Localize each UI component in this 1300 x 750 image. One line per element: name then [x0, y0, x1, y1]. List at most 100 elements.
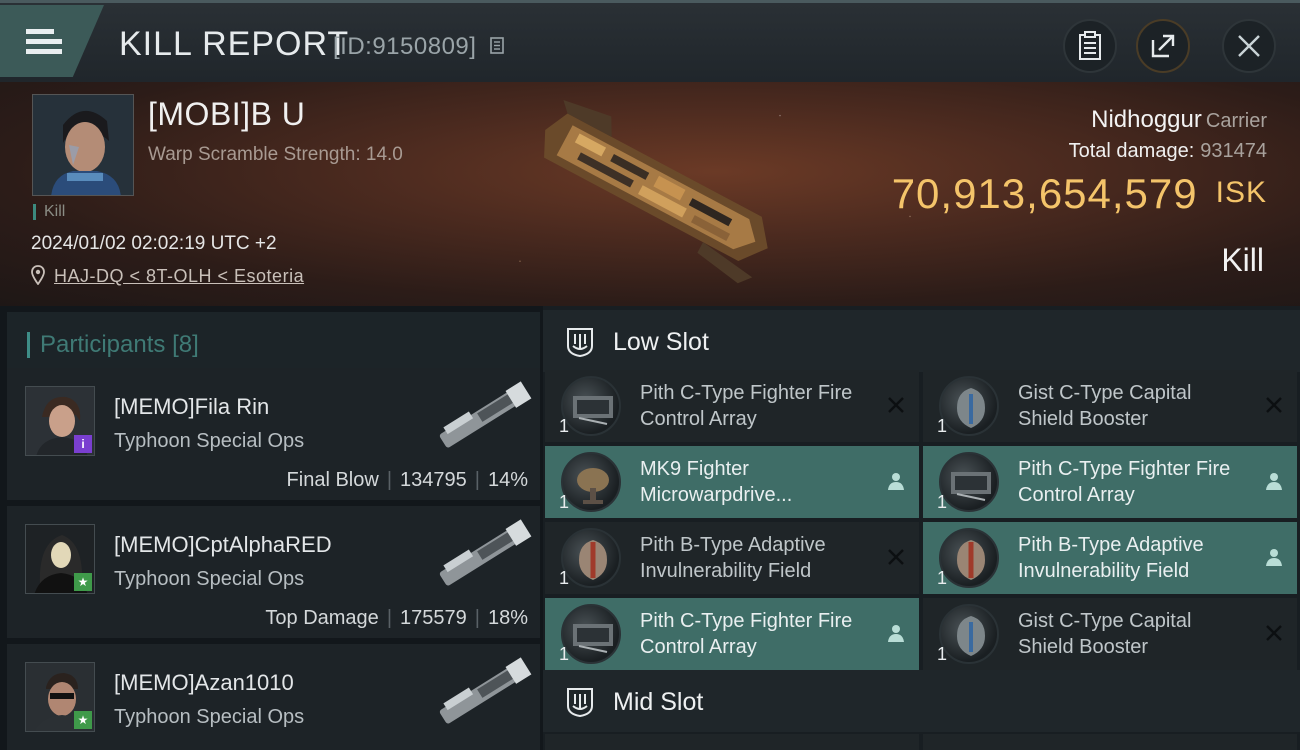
module-quantity: 1: [559, 416, 570, 436]
warp-scramble-strength: Warp Scramble Strength: 14.0: [148, 144, 403, 165]
module-quantity: 1: [559, 568, 570, 588]
participant-role: Final Blow: [286, 469, 379, 491]
victim-ship: Nidhoggur Carrier: [1091, 106, 1267, 134]
participant-avatar[interactable]: ★: [25, 662, 95, 732]
participant-stats: Top Damage | 175579 | 18%: [265, 607, 528, 629]
participant-ship: Typhoon Special Ops: [114, 430, 305, 452]
module-quantity: 1: [937, 568, 948, 588]
module-name: Pith C-Type Fighter Fire Control Array: [640, 382, 853, 430]
module-name: Gist C-Type Capital Shield Booster: [1018, 610, 1192, 658]
module-item[interactable]: 1 Pith C-Type Fighter Fire Control Array: [545, 598, 919, 670]
fitting-panel: Low Slot 1 Pith C-Type Fighter Fire Cont…: [543, 306, 1300, 750]
clipboard-button[interactable]: [1063, 19, 1117, 73]
copy-icon[interactable]: [490, 37, 506, 55]
module-name: MK9 Fighter Microwarpdrive...: [640, 458, 793, 506]
module-item[interactable]: [545, 734, 919, 750]
result-label: Kill: [1221, 242, 1264, 278]
module-item[interactable]: 1 Pith C-Type Fighter Fire Control Array: [545, 370, 919, 442]
mid-slot-label: Mid Slot: [613, 688, 704, 716]
kill-report-id: [ID:9150809]: [333, 33, 477, 60]
invulnerability-field-icon: [561, 528, 621, 588]
module-quantity: 1: [937, 416, 948, 436]
participant-damage: 134795: [400, 469, 467, 491]
participant-avatar[interactable]: ★: [25, 524, 95, 594]
participant-ship: Typhoon Special Ops: [114, 706, 305, 728]
location-pin-icon: [31, 265, 45, 285]
hamburger-menu-icon: [26, 29, 62, 55]
microwarpdrive-icon: [561, 452, 621, 512]
top-bar: KILL REPORT [ID:9150809]: [0, 0, 1300, 82]
participant-badge: ★: [74, 711, 92, 729]
isk-amount: 70,913,654,579: [891, 170, 1198, 217]
participant-ship-image: [439, 657, 532, 724]
close-button[interactable]: [1222, 19, 1276, 73]
fighter-fire-control-icon: [561, 376, 621, 436]
menu-button[interactable]: [0, 5, 104, 77]
victim-portrait[interactable]: [32, 94, 134, 196]
fighter-fire-control-icon: [561, 604, 621, 664]
isk-unit: ISK: [1215, 176, 1267, 209]
participant-badge: ★: [74, 573, 92, 591]
participant-percent: 14%: [487, 469, 528, 491]
pilot-icon: [888, 473, 904, 490]
participant-ship: Typhoon Special Ops: [114, 568, 305, 590]
victim-banner: [MOBI]B U Warp Scramble Strength: 14.0 K…: [0, 82, 1300, 306]
participant-card[interactable]: i [MEMO]Fila Rin Typhoon Special Ops Fin…: [7, 368, 540, 500]
participants-title-label: Participants: [40, 331, 166, 358]
pilot-icon: [888, 625, 904, 642]
participant-ship-image: [439, 519, 532, 586]
shield-booster-icon: [939, 604, 999, 664]
victim-ship-image: [544, 99, 768, 284]
module-item[interactable]: 1 Gist C-Type Capital Shield Booster: [923, 598, 1297, 670]
pilot-icon: [1266, 473, 1282, 490]
module-item[interactable]: 1 Gist C-Type Capital Shield Booster: [923, 370, 1297, 442]
participant-damage: 175579: [400, 607, 467, 629]
clipboard-icon: [1079, 31, 1101, 60]
participant-card[interactable]: ★ [MEMO]Azan1010 Typhoon Special Ops: [7, 644, 540, 750]
participant-badge: i: [74, 435, 92, 453]
participant-name: [MEMO]CptAlphaRED: [114, 532, 332, 557]
participants-count: [8]: [172, 331, 199, 358]
victim-ship-name: Nidhoggur: [1091, 106, 1202, 133]
participant-card[interactable]: ★ [MEMO]CptAlphaRED Typhoon Special Ops …: [7, 506, 540, 638]
module-name: Pith B-Type Adaptive Invulnerability Fie…: [640, 534, 826, 582]
module-name: Pith C-Type Fighter Fire Control Array: [1018, 458, 1231, 506]
pilot-icon: [1266, 549, 1282, 566]
participants-title: Participants [8]: [27, 332, 199, 358]
total-damage: Total damage: 931474: [1069, 140, 1267, 163]
module-name: Gist C-Type Capital Shield Booster: [1018, 382, 1192, 430]
module-item[interactable]: 1 Pith B-Type Adaptive Invulnerability F…: [545, 522, 919, 594]
fighter-fire-control-icon: [939, 452, 999, 512]
module-item[interactable]: [923, 734, 1297, 750]
low-slot-icon: [567, 328, 593, 358]
location-link[interactable]: HAJ-DQ < 8T-OLH < Esoteria: [54, 266, 304, 287]
participant-name: [MEMO]Azan1010: [114, 670, 294, 695]
module-quantity: 1: [937, 492, 948, 512]
kill-datetime: 2024/01/02 02:02:19 UTC +2: [31, 233, 277, 254]
close-icon: [1238, 35, 1260, 57]
module-item[interactable]: 1 Pith C-Type Fighter Fire Control Array: [923, 446, 1297, 518]
kill-tag: Kill: [33, 204, 65, 220]
module-item[interactable]: 1 Pith B-Type Adaptive Invulnerability F…: [923, 522, 1297, 594]
module-quantity: 1: [937, 644, 948, 664]
destroyed-icon: [1266, 625, 1282, 641]
participant-role: Top Damage: [265, 607, 379, 629]
victim-name: [MOBI]B U: [148, 96, 306, 132]
participant-percent: 18%: [487, 607, 528, 629]
participant-ship-image: [439, 381, 532, 448]
share-icon: [1151, 34, 1175, 58]
destroyed-icon: [1266, 397, 1282, 413]
total-damage-value: 931474: [1200, 140, 1267, 162]
mid-slot-header: Mid Slot: [543, 670, 1300, 732]
participants-panel: Participants [8] i [MEMO]Fila Rin Typhoo…: [0, 306, 543, 750]
module-item[interactable]: 1 MK9 Fighter Microwarpdrive...: [545, 446, 919, 518]
isk-value: 70,913,654,579 ISK: [892, 170, 1267, 218]
participant-stats: Final Blow | 134795 | 14%: [286, 469, 528, 491]
module-quantity: 1: [559, 644, 570, 664]
module-name: Pith C-Type Fighter Fire Control Array: [640, 610, 853, 658]
total-damage-label: Total damage:: [1068, 140, 1195, 162]
destroyed-icon: [888, 397, 904, 413]
page-title: KILL REPORT: [119, 25, 350, 63]
share-button[interactable]: [1136, 19, 1190, 73]
participant-avatar[interactable]: i: [25, 386, 95, 456]
